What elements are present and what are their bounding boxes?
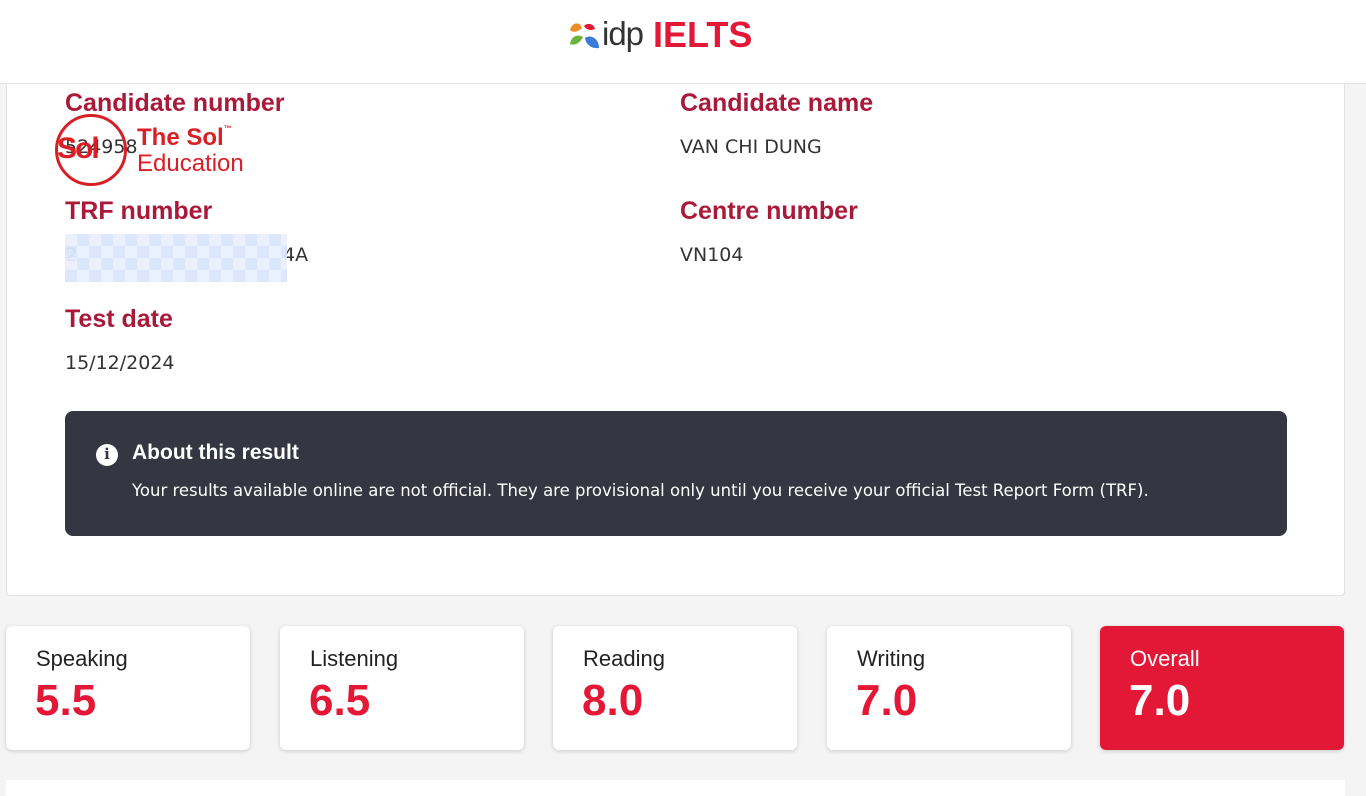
info-icon: i — [96, 444, 118, 466]
trf-redaction-blur — [65, 234, 287, 282]
idp-wordmark: idp — [602, 15, 644, 52]
score-card-reading: Reading 8.0 — [553, 626, 797, 750]
centre-number-label: Centre number — [680, 197, 858, 225]
score-card-writing: Writing 7.0 — [827, 626, 1071, 750]
trf-number-label: TRF number — [65, 197, 213, 225]
ielts-wordmark: IELTS — [653, 14, 753, 55]
candidate-name-label: Candidate name — [680, 89, 874, 117]
score-value: 5.5 — [35, 676, 97, 725]
score-label: Speaking — [36, 646, 128, 671]
candidate-name-value: VAN CHI DUNG — [680, 136, 822, 158]
candidate-details-card: Candidate number 524958 Sol The Sol™ Edu… — [6, 84, 1345, 596]
next-section-card — [6, 780, 1345, 796]
score-card-speaking: Speaking 5.5 — [6, 626, 250, 750]
score-card-overall: Overall 7.0 — [1100, 626, 1344, 750]
top-header: idp IELTS — [0, 0, 1366, 84]
score-label: Writing — [857, 646, 926, 671]
test-date-value: 15/12/2024 — [65, 352, 175, 374]
idp-ielts-logo[interactable]: idp IELTS — [566, 14, 753, 56]
score-card-listening: Listening 6.5 — [280, 626, 524, 750]
notice-title: About this result — [132, 441, 299, 464]
score-value: 6.5 — [309, 676, 371, 725]
test-date-label: Test date — [65, 305, 173, 333]
idp-logo-icon — [566, 18, 602, 54]
watermark-line2: Education — [137, 150, 244, 177]
about-result-notice: i About this result Your results availab… — [65, 411, 1287, 536]
watermark-line1: The Sol™ — [137, 124, 232, 151]
score-label: Overall — [1130, 646, 1200, 671]
centre-number-value: VN104 — [680, 244, 744, 266]
the-sol-education-watermark: Sol The Sol™ Education — [55, 112, 275, 188]
score-value: 7.0 — [1129, 676, 1191, 725]
watermark-sol-mark: Sol — [57, 132, 100, 165]
score-value: 7.0 — [856, 676, 918, 725]
score-value: 8.0 — [582, 676, 644, 725]
score-label: Listening — [310, 646, 399, 671]
score-label: Reading — [583, 646, 665, 671]
notice-text: Your results available online are not of… — [132, 481, 1149, 500]
